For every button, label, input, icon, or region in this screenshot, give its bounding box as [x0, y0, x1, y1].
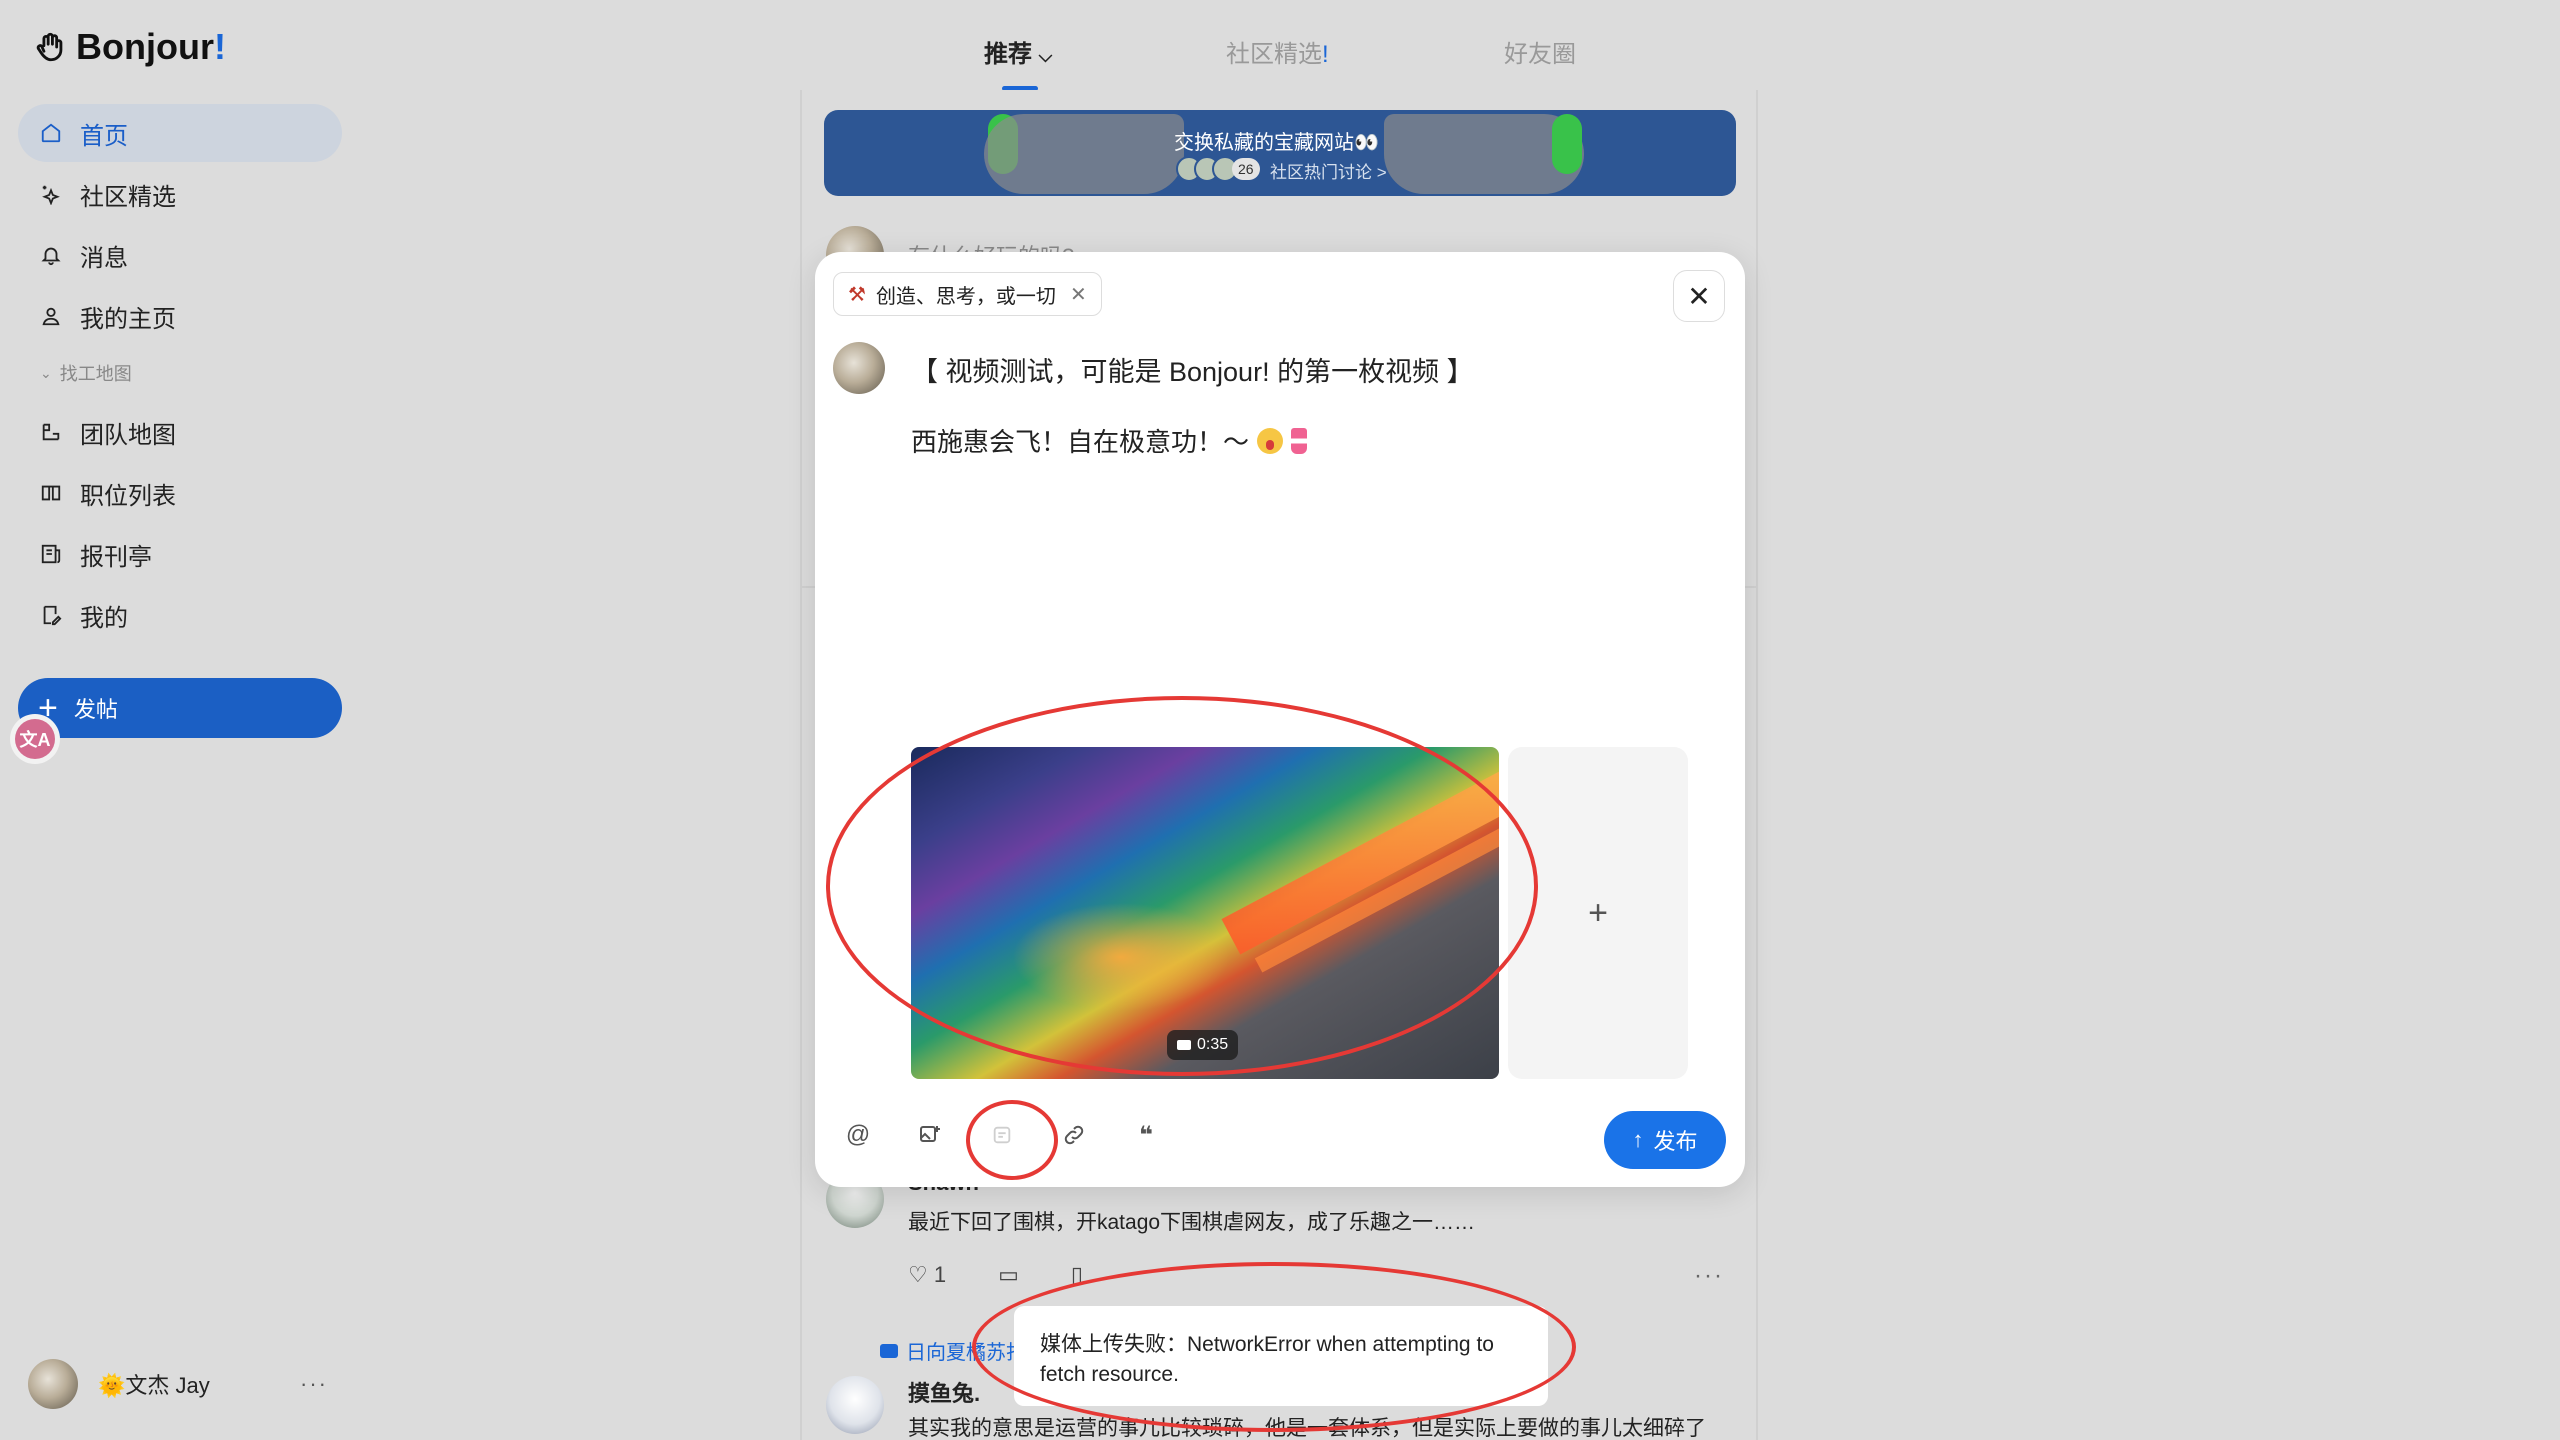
banner-title: 交换私藏的宝藏网站👀	[1174, 132, 1379, 154]
map-icon	[38, 419, 64, 445]
post-text: 最近下回了围棋，开katago下围棋虐网友，成了乐趣之一……	[908, 1211, 1476, 1234]
post-title-input[interactable]: 【 视频测试，可能是 Bonjour! 的第一枚视频 】	[911, 350, 1474, 389]
topic-icon	[880, 1343, 898, 1358]
sparkle-icon	[38, 181, 64, 207]
sidebar-item-label: 社区精选	[80, 183, 176, 211]
current-user[interactable]: 🌞文杰 Jay ···	[28, 1358, 328, 1410]
tab-label: 推荐	[984, 41, 1032, 68]
post-actions: ♡ 1 ▭ ▯	[908, 1262, 1083, 1288]
post-text: 其实我的意思是运营的事儿比较琐碎，他是一套体系，但是实际上要做的事儿太细碎了	[908, 1417, 1706, 1440]
banner-subtitle: 社区热门讨论 >	[1270, 163, 1387, 182]
banner-decoration	[1552, 114, 1582, 174]
user-name: 🌞文杰 Jay	[98, 1373, 210, 1398]
heart-icon: ♡	[908, 1262, 928, 1287]
sidebar-item-mine[interactable]: 我的	[18, 586, 342, 644]
more-icon[interactable]: ···	[300, 1371, 328, 1397]
link-icon[interactable]	[1055, 1116, 1093, 1154]
translate-button[interactable]: 文A	[10, 714, 60, 764]
avatar	[826, 1376, 884, 1434]
compose-toolbar: @ ❝	[839, 1116, 1199, 1154]
post-author[interactable]: 摸鱼兔.	[908, 1376, 980, 1408]
avatar	[28, 1359, 78, 1409]
topic-label: 日向夏橘苏打	[906, 1342, 1026, 1364]
banner-participants: 26	[1176, 156, 1260, 182]
sidebar-item-label: 首页	[80, 122, 128, 150]
sidebar-item-home[interactable]: 首页	[18, 104, 342, 162]
main-nav: 首页 社区精选 消息 我的主页 ⌄ 找工地图 团队地图 职位列表 报刊亭 我的	[18, 104, 342, 647]
image-add-icon[interactable]	[911, 1116, 949, 1154]
sidebar-item-messages[interactable]: 消息	[18, 226, 342, 284]
bell-icon	[38, 242, 64, 268]
sticker-icon[interactable]	[983, 1116, 1021, 1154]
tab-label: 好友圈	[1504, 41, 1576, 68]
logo-text: Bonjour!	[76, 26, 226, 67]
toast-message: 媒体上传失败：NetworkError when attempting to f…	[1040, 1333, 1494, 1386]
participant-count: 26	[1232, 158, 1260, 180]
at-icon[interactable]: @	[839, 1116, 877, 1154]
error-toast: 媒体上传失败：NetworkError when attempting to f…	[1014, 1306, 1548, 1406]
translate-icon: 文A	[15, 719, 55, 759]
close-icon[interactable]: ✕	[1070, 282, 1087, 307]
topic-tag[interactable]: 日向夏橘苏打	[880, 1336, 1026, 1365]
avatar	[833, 342, 885, 394]
section-label: 找工地图	[59, 364, 132, 384]
video-duration: 0:35	[1197, 1036, 1229, 1053]
sidebar-section-job-map[interactable]: ⌄ 找工地图	[18, 351, 342, 395]
banner[interactable]: 交换私藏的宝藏网站👀 26 社区热门讨论 >	[824, 110, 1736, 196]
arrow-up-icon: ↑	[1632, 1127, 1644, 1152]
book-icon	[38, 480, 64, 506]
tools-icon: ⚒	[848, 283, 866, 306]
tab-friends[interactable]: 好友圈	[1504, 34, 1576, 69]
like-button[interactable]: ♡ 1	[908, 1262, 946, 1288]
logo[interactable]: Bonjour!	[34, 26, 226, 68]
bookmark-edit-icon	[38, 602, 64, 628]
tab-recommend[interactable]: 推荐 ⌵	[984, 34, 1052, 69]
sidebar-item-label: 团队地图	[80, 421, 176, 449]
sidebar-item-label: 消息	[80, 244, 128, 272]
new-post-button[interactable]: + 发帖	[18, 678, 342, 738]
video-duration-badge: 0:35	[1167, 1030, 1239, 1060]
chip-label: 创造、思考，或一切	[875, 285, 1056, 308]
comment-icon[interactable]: ▭	[998, 1262, 1019, 1288]
sidebar-item-label: 报刊亭	[80, 543, 152, 571]
post-body-text: 西施惠会飞！自在极意功！～	[911, 427, 1250, 457]
video-camera-icon	[1177, 1040, 1191, 1050]
tab-community[interactable]: 社区精选!	[1226, 34, 1329, 69]
user-icon	[38, 303, 64, 329]
shocked-face-emoji-icon	[1257, 427, 1284, 454]
sidebar-item-jobs[interactable]: 职位列表	[18, 464, 342, 522]
waving-hand-icon	[36, 32, 63, 62]
tab-label: 社区精选	[1226, 41, 1322, 68]
publish-label: 发布	[1653, 1129, 1698, 1154]
plus-icon: +	[1588, 893, 1608, 932]
video-attachment[interactable]: 0:35	[911, 747, 1499, 1079]
chevron-down-icon: ⌄	[40, 364, 52, 381]
close-icon: ✕	[1687, 280, 1711, 312]
sidebar-item-newsstand[interactable]: 报刊亭	[18, 525, 342, 583]
quote-icon[interactable]: ❝	[1127, 1116, 1165, 1154]
sidebar-item-label: 我的主页	[80, 305, 176, 333]
add-media-button[interactable]: +	[1508, 747, 1688, 1079]
category-chip[interactable]: ⚒ 创造、思考，或一切 ✕	[833, 272, 1102, 316]
sidebar-item-profile[interactable]: 我的主页	[18, 287, 342, 345]
close-modal-button[interactable]: ✕	[1673, 270, 1725, 322]
sidebar-item-team-map[interactable]: 团队地图	[18, 403, 342, 461]
banner-hand-left	[984, 114, 1184, 194]
sidebar-item-label: 我的	[80, 604, 128, 632]
compose-modal: ⚒ 创造、思考，或一切 ✕ ✕ 【 视频测试，可能是 Bonjour! 的第一枚…	[815, 252, 1745, 1187]
chevron-down-icon: ⌵	[1038, 46, 1053, 66]
sidebar-item-label: 职位列表	[80, 482, 176, 510]
more-icon[interactable]: ···	[1694, 1262, 1724, 1290]
sidebar-item-community[interactable]: 社区精选	[18, 165, 342, 223]
tab-suffix: !	[1322, 41, 1329, 68]
home-icon	[38, 120, 64, 146]
sidebar: Bonjour! 首页 社区精选 消息 我的主页 ⌄ 找工地图 团队地图 职位列…	[0, 0, 360, 1440]
new-post-label: 发帖	[73, 697, 118, 722]
bookmark-icon[interactable]: ▯	[1071, 1262, 1083, 1288]
post-body-input[interactable]: 西施惠会飞！自在极意功！～	[911, 422, 1308, 459]
like-count: 1	[933, 1262, 947, 1287]
newspaper-icon	[38, 541, 64, 567]
publish-button[interactable]: ↑ 发布	[1604, 1111, 1726, 1169]
drink-emoji-icon	[1291, 427, 1308, 454]
